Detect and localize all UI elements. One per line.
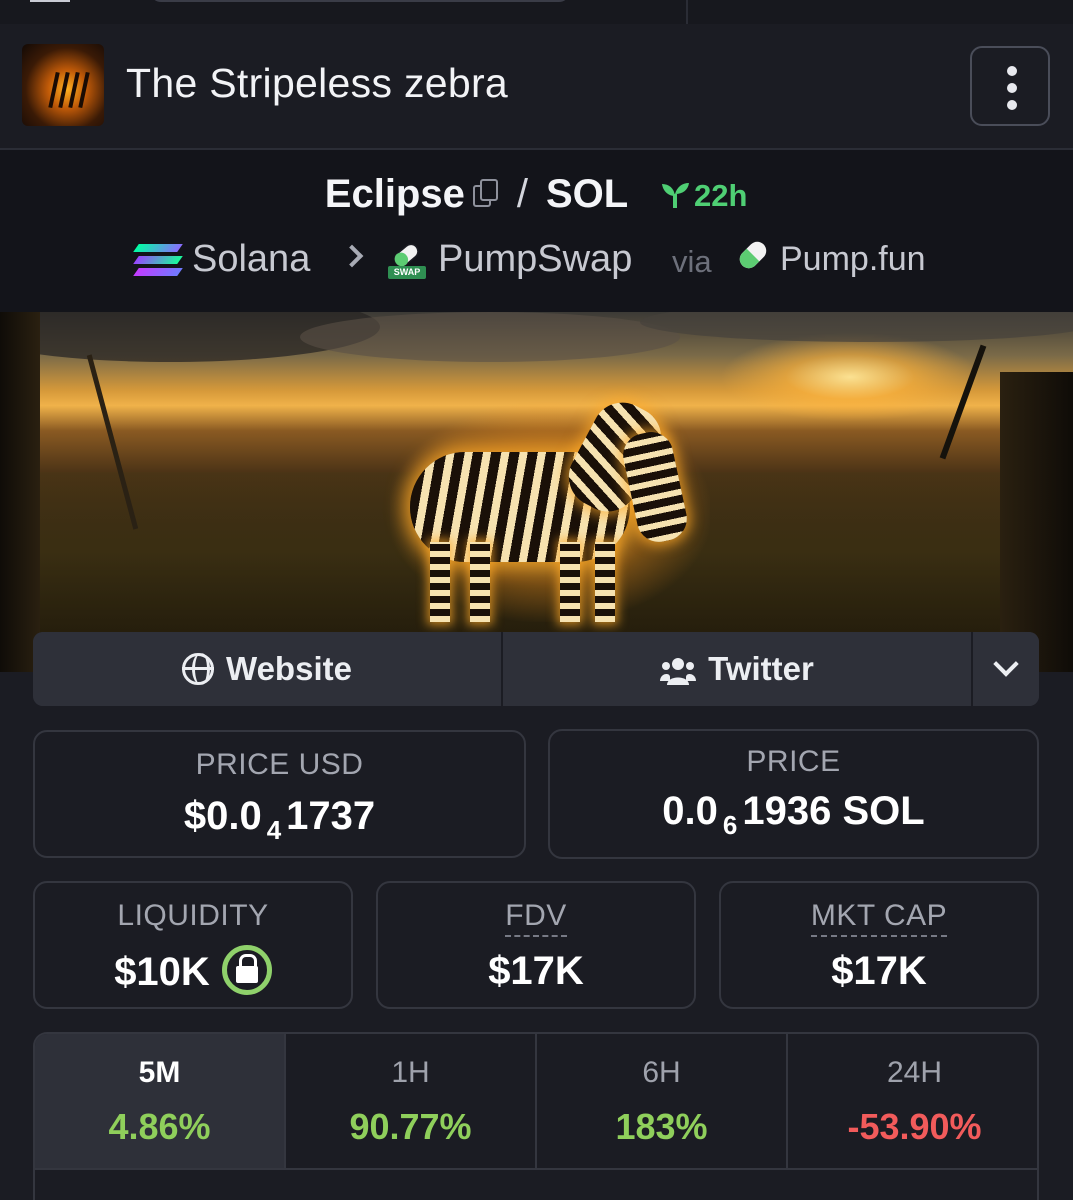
fdv-label[interactable]: FDV (505, 899, 567, 937)
chain-link[interactable]: Solana (192, 238, 310, 281)
mkt-cap-label[interactable]: MKT CAP (810, 899, 948, 937)
tab-label: 1H (391, 1056, 430, 1089)
via-label: via (672, 244, 712, 279)
more-links-button[interactable] (973, 632, 1039, 706)
token-title: The Stripeless zebra (126, 60, 509, 106)
price-usd-card: PRICE USD $0.0 4 1737 (33, 730, 526, 858)
banner-sun (720, 332, 980, 422)
lock-icon[interactable] (221, 945, 272, 995)
website-label: Website (226, 650, 352, 687)
pumpfun-pill-icon (736, 238, 770, 272)
tab-6h[interactable]: 6H 183% (537, 1034, 788, 1170)
pair-name: Eclipse / SOL (0, 172, 1073, 217)
price-usd-value: $0.0 4 1737 (183, 794, 376, 845)
tab-5m[interactable]: 5M 4.86% (35, 1034, 286, 1170)
tab-label: 5M (138, 1056, 181, 1089)
price-native-card: PRICE 0.0 6 1936 SOL (548, 729, 1039, 859)
pumpswap-badge: SWAP (393, 267, 421, 277)
base-token: Eclipse (324, 172, 465, 216)
solana-logo-icon (133, 242, 183, 278)
price-native-value: 0.0 6 1936 SOL (662, 789, 925, 840)
globe-icon (182, 653, 215, 685)
tab-1h[interactable]: 1H 90.77% (286, 1034, 537, 1170)
back-arrow-icon[interactable] (30, 0, 70, 2)
users-icon (660, 655, 697, 685)
divider (686, 0, 688, 24)
sprout-icon (660, 180, 690, 210)
zebra-figure (390, 362, 710, 632)
fdv-value: $17K (488, 949, 584, 993)
price-change-value: 90.77% (349, 1106, 472, 1147)
price-native-label: PRICE (746, 745, 841, 778)
website-button[interactable]: Website (33, 632, 501, 706)
price-usd-label: PRICE USD (195, 748, 364, 781)
price-change-value: 183% (615, 1106, 708, 1147)
mkt-cap-value: $17K (831, 949, 927, 993)
pumpswap-logo-icon: SWAP (386, 240, 428, 280)
chevron-down-icon (993, 651, 1019, 677)
pair-separator: / (516, 172, 528, 216)
token-avatar (22, 44, 104, 126)
kebab-menu-icon (1007, 66, 1017, 76)
route-breadcrumb: Solana SWAP PumpSwap via Pump.fun (0, 238, 1073, 284)
mkt-cap-card: MKT CAP $17K (719, 881, 1039, 1009)
launchpad-link[interactable]: Pump.fun (780, 240, 926, 279)
pair-age: 22h (660, 178, 747, 214)
chevron-right-icon (340, 244, 364, 268)
price-change-value: -53.90% (847, 1106, 982, 1147)
liquidity-card: LIQUIDITY $10K (33, 881, 353, 1009)
fdv-card: FDV $17K (376, 881, 696, 1009)
copy-icon[interactable] (471, 179, 499, 209)
twitter-button[interactable]: Twitter (503, 632, 971, 706)
liquidity-label: LIQUIDITY (117, 899, 269, 932)
token-header: The Stripeless zebra (0, 24, 1073, 150)
search-bar-partial[interactable] (150, 0, 570, 2)
token-banner-image (0, 312, 1073, 672)
social-links: Website Twitter (33, 632, 1039, 706)
pair-info: Eclipse / SOL 22h Solana SWAP PumpSwap via… (0, 150, 1073, 312)
price-change-value: 4.86% (108, 1106, 211, 1147)
pair-age-value: 22h (694, 178, 748, 213)
twitter-label: Twitter (708, 650, 814, 687)
tab-label: 6H (642, 1056, 681, 1089)
tab-24h[interactable]: 24H -53.90% (788, 1034, 1037, 1170)
top-bar-partial (0, 0, 1073, 24)
quote-token: SOL (545, 172, 629, 216)
timeframe-tabs: 5M 4.86% 1H 90.77% 6H 183% 24H -53.90% (33, 1032, 1039, 1200)
kebab-menu-button[interactable] (970, 46, 1050, 126)
liquidity-value: $10K (35, 945, 351, 995)
dex-link[interactable]: PumpSwap (438, 238, 632, 281)
tab-label: 24H (886, 1056, 943, 1089)
